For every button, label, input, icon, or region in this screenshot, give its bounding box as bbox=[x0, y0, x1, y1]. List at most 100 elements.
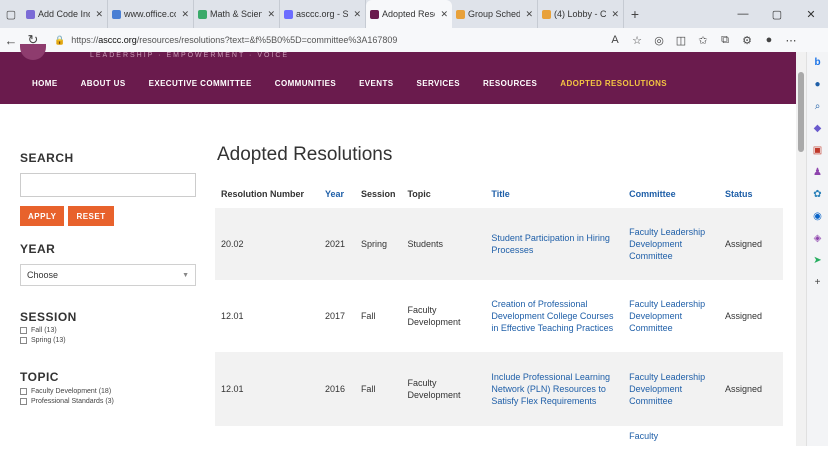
browser-tab[interactable]: Math & Scienc ✕ bbox=[194, 0, 280, 28]
nav-item-resources[interactable]: RESOURCES bbox=[483, 79, 537, 88]
designer-icon[interactable]: ◈ bbox=[807, 228, 828, 250]
close-window-icon[interactable]: ✕ bbox=[794, 0, 828, 28]
tab-actions-icon[interactable]: ▢ bbox=[0, 0, 22, 28]
session-checkbox-item[interactable]: Spring (13) bbox=[20, 337, 200, 344]
col-committee[interactable]: Committee bbox=[623, 180, 719, 208]
tab-close-icon[interactable]: ✕ bbox=[611, 9, 619, 20]
extensions-icon[interactable]: ⚙ bbox=[736, 34, 758, 47]
browser-tab[interactable]: Add Code Inqu ✕ bbox=[22, 0, 108, 28]
browser-tab[interactable]: asccc.org - Sea ✕ bbox=[280, 0, 366, 28]
main-nav: HOME ABOUT US EXECUTIVE COMMITTEE COMMUNITI… bbox=[32, 79, 690, 88]
cell-title[interactable] bbox=[485, 426, 623, 456]
table-row: Faculty bbox=[215, 426, 783, 456]
cell-title[interactable]: Creation of Professional Development Col… bbox=[485, 280, 623, 352]
tab-favicon-icon bbox=[112, 9, 121, 19]
reset-button[interactable]: RESET bbox=[68, 206, 114, 226]
browser-tab-bar: ▢ Add Code Inqu✕www.office.con✕Math & Sc… bbox=[0, 0, 828, 28]
collections-icon[interactable]: ⧉ bbox=[714, 34, 736, 47]
apply-button[interactable]: APPLY bbox=[20, 206, 65, 226]
table-row: 12.01 2016 Fall Faculty Development Include … bbox=[215, 352, 783, 426]
browser-tab[interactable]: (4) Lobby - Co ✕ bbox=[538, 0, 624, 28]
nav-item-communities[interactable]: COMMUNITIES bbox=[275, 79, 336, 88]
copilot-icon[interactable]: ◎ bbox=[648, 34, 670, 47]
session-checkbox-item[interactable]: Fall (13) bbox=[20, 327, 200, 334]
tab-close-icon[interactable]: ✕ bbox=[181, 9, 189, 20]
tab-favicon-icon bbox=[456, 9, 465, 19]
read-aloud-icon[interactable]: A bbox=[604, 34, 626, 47]
tab-favicon-icon bbox=[26, 9, 35, 19]
nav-item-home[interactable]: HOME bbox=[32, 79, 58, 88]
cell-year: 2021 bbox=[324, 239, 345, 249]
browser-tab[interactable]: www.office.con ✕ bbox=[108, 0, 194, 28]
cell-topic: Students bbox=[407, 239, 443, 249]
search-heading: SEARCH bbox=[20, 151, 74, 165]
people-icon[interactable]: ♟ bbox=[807, 162, 828, 184]
topic-checkbox-item[interactable]: Professional Standards (3) bbox=[20, 398, 200, 405]
resolutions-table: Resolution Number Year Session Topic Tit… bbox=[215, 180, 783, 456]
checkbox[interactable] bbox=[20, 327, 27, 334]
split-screen-icon[interactable]: ◫ bbox=[670, 34, 692, 47]
logo[interactable] bbox=[20, 44, 46, 60]
drop-icon[interactable]: ➤ bbox=[807, 250, 828, 272]
tab-favicon-icon bbox=[198, 9, 207, 19]
table-row: 20.02 2021 Spring Students Student Participa… bbox=[215, 208, 783, 280]
nav-item-adopted-resolutions[interactable]: ADOPTED RESOLUTIONS bbox=[560, 79, 667, 88]
tab-title: Adopted Resol bbox=[382, 9, 436, 19]
tab-title: Group Schedul bbox=[468, 9, 521, 19]
bell-icon[interactable]: ● bbox=[807, 74, 828, 96]
cell-title[interactable]: Include Professional Learning Network (P… bbox=[485, 352, 623, 426]
cell-year: 2016 bbox=[324, 384, 345, 394]
checkbox[interactable] bbox=[20, 337, 27, 344]
url-field[interactable]: 🔒 https://asccc.org/resources/resolution… bbox=[48, 31, 568, 49]
outlook-icon[interactable]: ◉ bbox=[807, 206, 828, 228]
nav-item-executive-committee[interactable]: EXECUTIVE COMMITTEE bbox=[149, 79, 252, 88]
tab-title: Add Code Inqu bbox=[38, 9, 90, 19]
page-scrollbar[interactable] bbox=[796, 52, 806, 446]
browser-tab[interactable]: Adopted Resol ✕ bbox=[366, 0, 452, 28]
topic-checkbox-item[interactable]: Faculty Development (18) bbox=[20, 388, 200, 395]
favorite-star-icon[interactable]: ☆ bbox=[626, 34, 648, 47]
checkbox[interactable] bbox=[20, 388, 27, 395]
cell-committee[interactable]: Faculty Leadership Development Committee bbox=[623, 352, 719, 426]
cell-number bbox=[215, 426, 319, 456]
tab-close-icon[interactable]: ✕ bbox=[440, 9, 448, 20]
tab-close-icon[interactable]: ✕ bbox=[353, 9, 361, 20]
cell-committee[interactable]: Faculty bbox=[623, 426, 719, 456]
new-tab-button[interactable]: + bbox=[624, 0, 646, 28]
nav-item-services[interactable]: SERVICES bbox=[416, 79, 460, 88]
cell-title[interactable]: Student Participation in Hiring Processe… bbox=[485, 208, 623, 280]
scrollbar-thumb[interactable] bbox=[798, 72, 804, 152]
col-resolution-number: Resolution Number bbox=[221, 189, 305, 199]
search-sidebar-icon[interactable]: ⌕ bbox=[807, 96, 828, 118]
games-icon[interactable]: ✿ bbox=[807, 184, 828, 206]
checkbox[interactable] bbox=[20, 398, 27, 405]
cell-status: Assigned bbox=[725, 311, 763, 321]
col-status[interactable]: Status bbox=[719, 180, 783, 208]
nav-item-about-us[interactable]: ABOUT US bbox=[81, 79, 126, 88]
col-year[interactable]: Year bbox=[319, 180, 355, 208]
back-icon[interactable]: ← bbox=[0, 33, 22, 48]
tab-close-icon[interactable]: ✕ bbox=[95, 9, 103, 20]
shopping-icon[interactable]: ▣ bbox=[807, 140, 828, 162]
cell-year bbox=[319, 426, 355, 456]
tab-close-icon[interactable]: ✕ bbox=[525, 9, 533, 20]
tab-title: asccc.org - Sea bbox=[296, 9, 349, 19]
cell-committee[interactable]: Faculty Leadership Development Committee bbox=[623, 280, 719, 352]
col-title[interactable]: Title bbox=[485, 180, 623, 208]
year-heading: YEAR bbox=[20, 242, 56, 256]
favorites-icon[interactable]: ✩ bbox=[692, 34, 714, 47]
tab-close-icon[interactable]: ✕ bbox=[267, 9, 275, 20]
year-select[interactable]: Choose ▼ bbox=[20, 264, 196, 286]
profile-icon[interactable]: ● bbox=[758, 34, 780, 47]
minimize-icon[interactable]: — bbox=[726, 0, 760, 28]
search-input[interactable] bbox=[20, 173, 196, 197]
add-sidebar-icon[interactable]: + bbox=[807, 272, 828, 294]
restore-icon[interactable]: ▢ bbox=[760, 0, 794, 28]
browser-tab[interactable]: Group Schedul ✕ bbox=[452, 0, 538, 28]
cell-session: Fall bbox=[360, 384, 376, 394]
more-options-icon[interactable]: ⋯ bbox=[780, 34, 802, 47]
tag-icon[interactable]: ◆ bbox=[807, 118, 828, 140]
cell-committee[interactable]: Faculty Leadership Development Committee bbox=[623, 208, 719, 280]
nav-item-events[interactable]: EVENTS bbox=[359, 79, 393, 88]
bing-icon[interactable]: b bbox=[807, 52, 828, 74]
